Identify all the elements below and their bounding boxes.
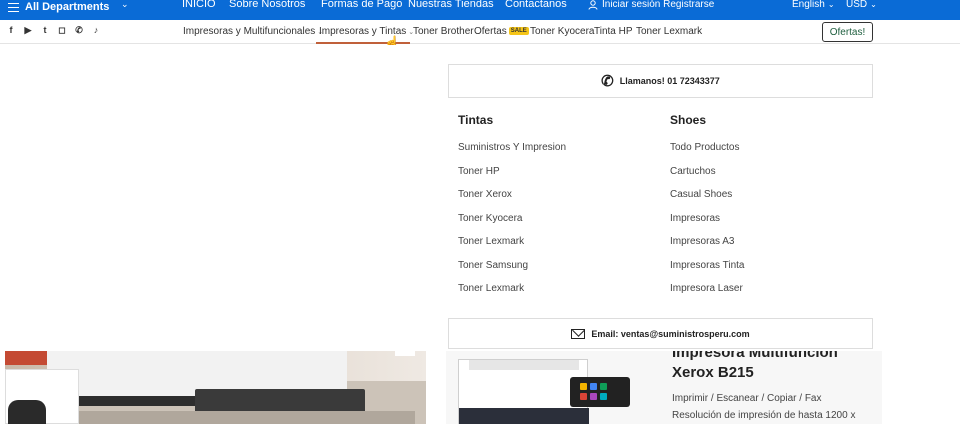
phone-icon: ✆ (601, 73, 614, 90)
menu-link[interactable]: Toner Samsung (458, 260, 566, 284)
menu-icon (8, 2, 19, 12)
menu-link[interactable]: Cartuchos (670, 166, 744, 190)
menu-link[interactable]: Toner Lexmark (458, 236, 566, 260)
nav-toner-kyocera[interactable]: Toner Kyocera (530, 26, 594, 37)
menu-link[interactable]: Toner HP (458, 166, 566, 190)
envelope-icon (571, 328, 586, 339)
nav-tinta-hp[interactable]: Tinta HP (594, 26, 636, 37)
nav-label: Ofertas (474, 26, 507, 37)
menu-link[interactable]: Impresora Laser (670, 283, 744, 307)
instagram-icon[interactable]: ◻ (57, 25, 67, 36)
product-image[interactable] (458, 351, 630, 424)
chevron-down-icon: ⌄ (870, 0, 877, 9)
nav-ofertas[interactable]: Ofertas SALE (474, 26, 530, 37)
top-nav-formas-de-pago[interactable]: Formas de Pago (321, 0, 408, 10)
thumbnail-image (5, 369, 79, 424)
facebook-icon[interactable]: f (6, 25, 16, 36)
whatsapp-icon[interactable]: ✆ (74, 25, 84, 36)
top-bar: All Departments ⌄ INICIO Sobre Nosotros … (0, 0, 960, 20)
menu-column-tintas: Tintas Suministros Y Impresion Toner HP … (458, 113, 566, 307)
language-label: English (792, 0, 825, 10)
login-label: Iniciar sesión Registrarse (602, 0, 715, 10)
top-nav-sobre-nosotros[interactable]: Sobre Nosotros (229, 0, 321, 10)
chevron-down-icon[interactable]: ⌄ (121, 0, 129, 10)
nav-toner-brother[interactable]: Toner Brother (413, 26, 474, 37)
top-nav-contactanos[interactable]: Contactanos (505, 0, 567, 10)
mega-menu-dropdown: ✆ Llamanos! 01 72343377 Tintas Suministr… (0, 45, 960, 351)
twitter-icon[interactable]: t (40, 25, 50, 36)
menu-link[interactable]: Suministros Y Impresion (458, 142, 566, 166)
login-link[interactable]: Iniciar sesión Registrarse (588, 0, 714, 10)
category-nav: Impresoras y Multifuncionales ⌄ Impresora… (183, 26, 702, 37)
top-nav-inicio[interactable]: INICIO (182, 0, 229, 10)
menu-link[interactable]: Toner Xerox (458, 189, 566, 213)
menu-link[interactable]: Todo Productos (670, 142, 744, 166)
menu-link[interactable]: Impresoras Tinta (670, 260, 744, 284)
product-desc-line: Resolución de impresión de hasta 1200 x (672, 410, 856, 421)
currency-selector[interactable]: USD ⌄ (846, 0, 877, 10)
all-departments-button[interactable]: All Departments (8, 0, 109, 14)
top-nav: INICIO Sobre Nosotros Formas de Pago Nue… (182, 0, 567, 10)
menu-link[interactable]: Impresoras (670, 213, 744, 237)
column-title: Shoes (670, 113, 707, 127)
youtube-icon[interactable]: ▶ (23, 25, 33, 36)
language-selector[interactable]: English ⌄ (792, 0, 835, 10)
menu-link[interactable]: Toner Kyocera (458, 213, 566, 237)
page-content: Impresora Multifunción Xerox B215 Imprim… (0, 351, 960, 424)
product-card[interactable]: Impresora Multifunción Xerox B215 Imprim… (446, 351, 882, 424)
product-desc-line: Imprimir / Escanear / Copiar / Fax (672, 393, 822, 404)
nav-label: Impresoras y Multifuncionales (183, 26, 316, 37)
email-label: Email: ventas@suministrosperu.com (591, 328, 750, 339)
menu-link[interactable]: Toner Lexmark (458, 283, 566, 307)
menu-column-shoes: Shoes Todo Productos Cartuchos Casual Sh… (670, 113, 744, 307)
product-description: Imprimir / Escanear / Copiar / Fax Resol… (672, 390, 877, 424)
nav-toner-lexmark[interactable]: Toner Lexmark (636, 26, 702, 37)
social-links: f ▶ t ◻ ✆ ♪ (6, 25, 101, 36)
sale-badge: SALE (508, 27, 529, 35)
menu-link[interactable]: Impresoras A3 (670, 236, 744, 260)
column-title: Tintas (458, 113, 494, 127)
tiktok-icon[interactable]: ♪ (91, 25, 101, 36)
user-icon (588, 0, 598, 10)
email-box[interactable]: Email: ventas@suministrosperu.com (448, 318, 873, 349)
call-box[interactable]: ✆ Llamanos! 01 72343377 (448, 64, 873, 98)
nav-impresoras-multifuncionales[interactable]: Impresoras y Multifuncionales ⌄ (183, 26, 323, 37)
call-label: Llamanos! 01 72343377 (619, 76, 720, 86)
banner-printer-image[interactable] (5, 351, 426, 424)
product-title[interactable]: Impresora Multifunción Xerox B215 (672, 351, 877, 383)
currency-label: USD (846, 0, 868, 10)
all-departments-label: All Departments (25, 1, 110, 13)
top-nav-nuestras-tiendas[interactable]: Nuestras Tiendas (408, 0, 505, 10)
chevron-down-icon: ⌄ (827, 0, 835, 9)
ofertas-button[interactable]: Ofertas! (822, 22, 873, 42)
menu-link[interactable]: Casual Shoes (670, 189, 744, 213)
main-navbar: f ▶ t ◻ ✆ ♪ Impresoras y Multifuncionale… (0, 20, 960, 44)
